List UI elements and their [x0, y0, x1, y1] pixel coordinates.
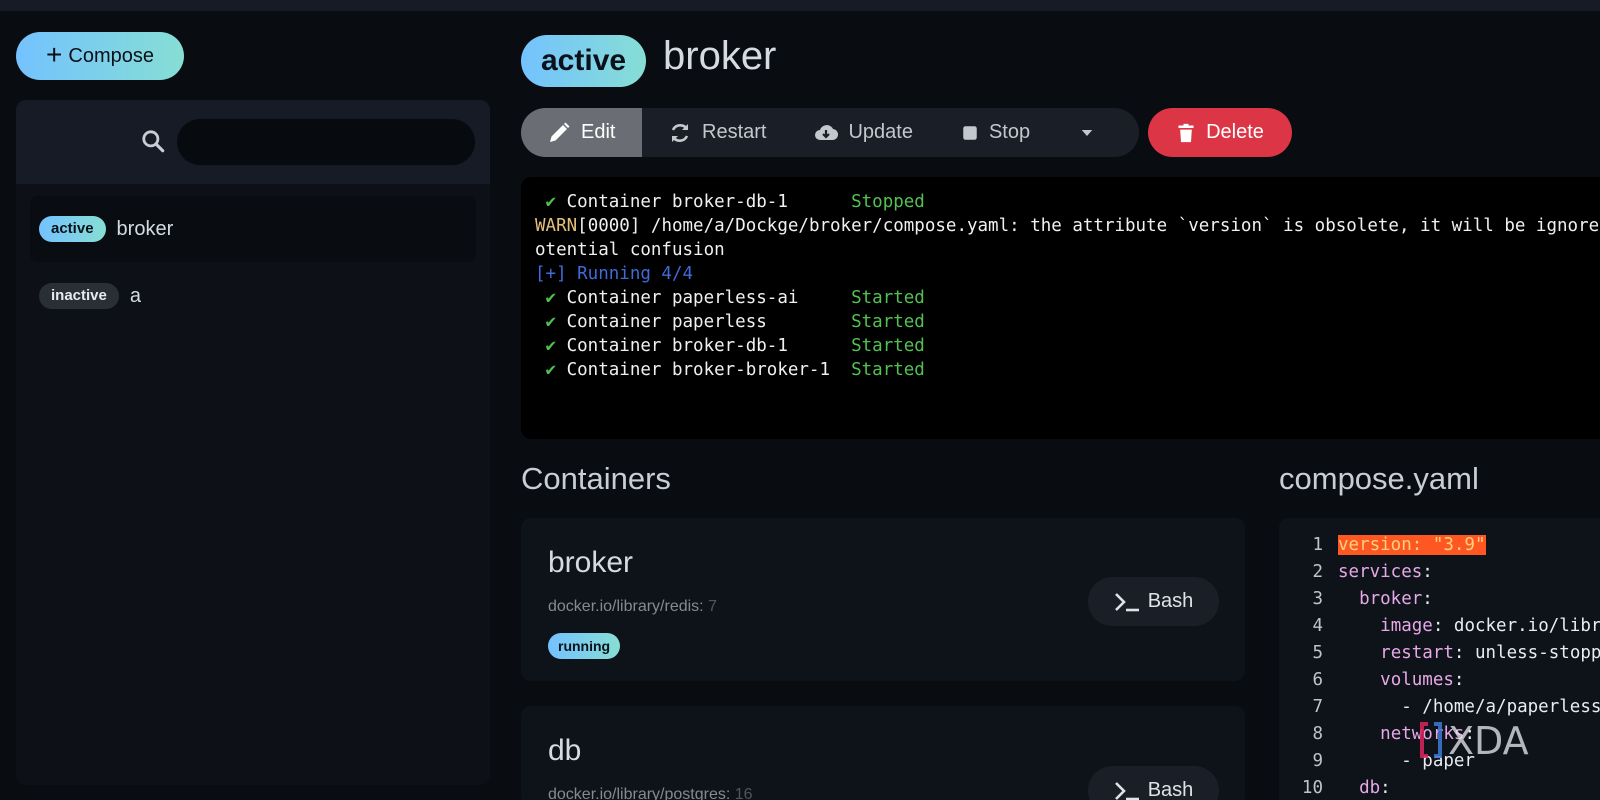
svg-text:XDA: XDA — [1448, 719, 1529, 762]
terminal-icon — [1114, 781, 1139, 800]
plus-icon: + — [46, 38, 63, 70]
delete-button-label: Delete — [1206, 121, 1264, 143]
terminal-line: ✔ Container paperless-ai Started — [535, 288, 925, 308]
bash-button-label: Bash — [1147, 779, 1194, 800]
code-line: 1 version: "3.9" — [1312, 535, 1486, 555]
pencil-icon — [550, 122, 570, 142]
code-line: 7 - /home/a/paperless — [1312, 697, 1600, 717]
terminal-icon — [1114, 592, 1139, 611]
bash-button[interactable]: Bash — [1088, 577, 1219, 626]
terminal-line: ✔ Container broker-broker-1 Started — [535, 360, 925, 380]
bash-button-label: Bash — [1147, 590, 1194, 612]
search-row — [16, 100, 490, 184]
terminal-output[interactable]: ✔ Container broker-db-1 Stopped WARN[0000… — [521, 177, 1600, 439]
stack-list-panel: active broker inactive a — [16, 100, 490, 785]
search-icon — [142, 130, 165, 153]
top-bar — [0, 0, 1600, 11]
code-line: 3 broker: — [1312, 589, 1433, 609]
more-actions-dropdown[interactable] — [1052, 108, 1118, 157]
compose-button[interactable]: + Compose — [16, 32, 184, 80]
container-card-db: db docker.io/library/postgres: 16 Bash — [521, 706, 1245, 800]
terminal-line: [+] Running 4/4 — [535, 264, 694, 284]
stack-item-a[interactable]: inactive a — [30, 263, 476, 329]
container-name: broker — [548, 546, 634, 579]
cloud-download-icon — [815, 124, 839, 140]
container-image: docker.io/library/redis: 7 — [548, 598, 717, 615]
code-line: 5 restart: unless-stopped — [1312, 643, 1600, 663]
trash-icon — [1178, 123, 1194, 142]
compose-yaml-heading: compose.yaml — [1279, 461, 1479, 496]
search-input[interactable] — [177, 119, 475, 165]
stack-name: a — [129, 284, 141, 307]
terminal-line: ✔ Container broker-db-1 Started — [535, 336, 925, 356]
stack-name: broker — [116, 217, 174, 240]
stack-status-badge: active — [521, 35, 647, 87]
edit-button[interactable]: Edit — [521, 108, 642, 157]
terminal-line: otential confusion — [535, 240, 725, 260]
container-status-badge: running — [548, 633, 621, 659]
restart-button-label: Restart — [702, 121, 767, 143]
refresh-icon — [671, 123, 689, 142]
status-badge: inactive — [39, 283, 119, 309]
code-line: 6 volumes: — [1312, 670, 1465, 690]
stop-button[interactable]: Stop — [935, 108, 1052, 157]
edit-button-label: Edit — [581, 121, 616, 143]
update-button[interactable]: Update — [788, 108, 935, 157]
containers-heading: Containers — [521, 461, 671, 496]
xda-watermark-logo: XDA — [1420, 718, 1570, 763]
caret-down-icon — [1081, 129, 1093, 136]
page-title: broker — [663, 34, 777, 78]
compose-button-label: Compose — [68, 44, 154, 67]
code-line: 4 image: docker.io/library/redis:7 — [1312, 616, 1600, 636]
delete-button[interactable]: Delete — [1148, 108, 1292, 157]
stop-icon — [963, 125, 977, 140]
restart-button[interactable]: Restart — [642, 108, 788, 157]
update-button-label: Update — [848, 121, 913, 143]
stack-item-broker[interactable]: active broker — [30, 196, 476, 262]
stop-button-label: Stop — [988, 121, 1031, 143]
code-line: 10 db: — [1301, 778, 1391, 798]
terminal-line: WARN[0000] /home/a/Dockge/broker/compose… — [535, 216, 1600, 236]
terminal-line: ✔ Container broker-db-1 Stopped — [535, 192, 925, 212]
bash-button[interactable]: Bash — [1088, 766, 1219, 800]
container-image: docker.io/library/postgres: 16 — [548, 786, 753, 800]
status-badge: active — [39, 216, 106, 242]
container-card-broker: broker docker.io/library/redis: 7 runnin… — [521, 518, 1245, 681]
code-line: 2 services: — [1312, 562, 1433, 582]
terminal-line: ✔ Container paperless Started — [535, 312, 925, 332]
container-name: db — [548, 734, 582, 767]
action-button-group: Edit Restart Update Stop — [521, 108, 1139, 157]
